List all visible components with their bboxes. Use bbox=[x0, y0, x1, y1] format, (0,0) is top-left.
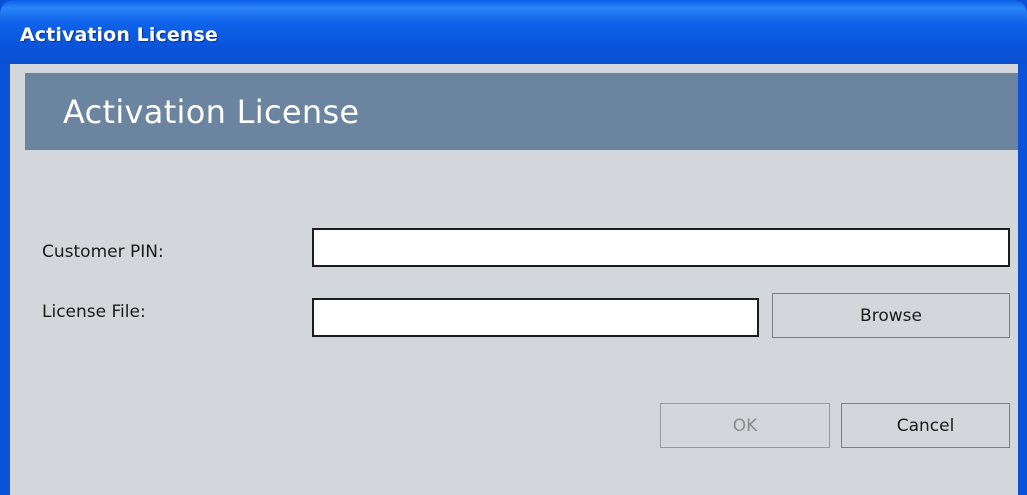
customer-pin-input[interactable] bbox=[312, 228, 1010, 267]
customer-pin-label: Customer PIN: bbox=[42, 242, 164, 262]
window-title: Activation License bbox=[20, 24, 218, 46]
license-file-input[interactable] bbox=[312, 298, 759, 337]
title-bar[interactable]: Activation License bbox=[0, 0, 1027, 64]
ok-button[interactable]: OK bbox=[660, 403, 830, 448]
dialog-client-area: Activation License Customer PIN: License… bbox=[10, 64, 1018, 495]
header-banner: Activation License bbox=[25, 73, 1018, 150]
cancel-button[interactable]: Cancel bbox=[841, 403, 1010, 448]
activation-license-window: Activation License Activation License Cu… bbox=[0, 0, 1027, 495]
browse-button[interactable]: Browse bbox=[772, 293, 1010, 338]
header-title: Activation License bbox=[63, 93, 360, 131]
license-file-label: License File: bbox=[42, 302, 146, 322]
